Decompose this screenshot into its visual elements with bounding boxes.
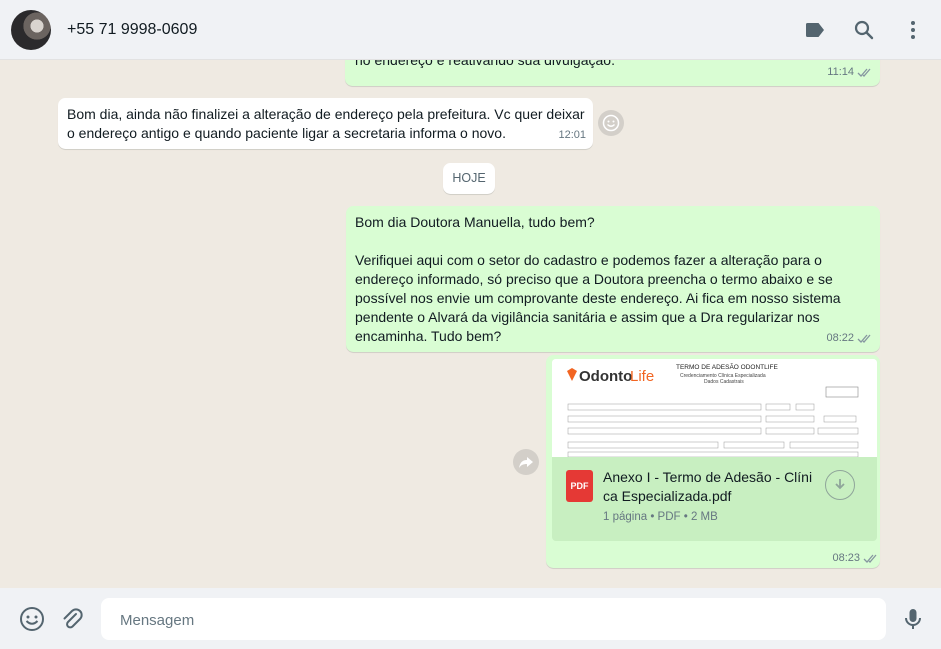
message-text: Bom dia Doutora Manuella, tudo bem? Veri… (355, 214, 841, 344)
message-meta: 12:01 (558, 126, 586, 145)
document-info: 1 página • PDF • 2 MB (603, 511, 718, 523)
double-check-icon (863, 554, 877, 563)
document-filename: Anexo I - Termo de Adesão - Clíni ca Esp… (603, 469, 813, 504)
message-time: 08:23 (832, 552, 860, 564)
avatar[interactable] (11, 10, 51, 50)
download-icon (835, 479, 845, 490)
search-icon[interactable] (852, 18, 876, 42)
forward-icon (519, 457, 533, 468)
label-icon[interactable] (803, 18, 827, 42)
attach-icon[interactable] (59, 606, 85, 632)
document-thumbnail[interactable]: Odonto Life TERMO DE ADESÃO ODONTLIFE Cr… (552, 359, 877, 457)
download-button[interactable] (825, 470, 855, 500)
forward-button[interactable] (513, 449, 539, 475)
double-check-icon (857, 68, 871, 77)
message-input-box[interactable] (101, 598, 886, 642)
smiley-icon (602, 114, 620, 132)
svg-text:Life: Life (630, 368, 654, 385)
message-text: Bom dia, ainda não finalizei a alteração… (67, 106, 585, 141)
message-time: 08:22 (826, 332, 854, 344)
message-outgoing[interactable]: no endereço e reativando sua divulgação.… (345, 60, 880, 86)
message-meta: 08:23 (832, 552, 879, 564)
pdf-file-icon: PDF (566, 470, 593, 502)
emoji-icon[interactable] (19, 606, 45, 632)
menu-icon[interactable] (901, 18, 925, 42)
chat-header: +55 71 9998-0609 (0, 0, 941, 60)
microphone-icon[interactable] (900, 606, 926, 632)
day-divider: HOJE (443, 163, 495, 194)
contact-name[interactable]: +55 71 9998-0609 (67, 21, 197, 39)
message-incoming[interactable]: Bom dia, ainda não finalizei a alteração… (58, 98, 593, 149)
document-preview: Odonto Life TERMO DE ADESÃO ODONTLIFE Cr… (552, 359, 877, 457)
message-text: no endereço e reativando sua divulgação. (355, 60, 615, 68)
message-outgoing[interactable]: Bom dia Doutora Manuella, tudo bem? Veri… (346, 206, 880, 352)
message-time: 11:14 (827, 66, 854, 78)
message-meta: 11:14 (827, 63, 873, 82)
message-list[interactable]: no endereço e reativando sua divulgação.… (0, 60, 941, 588)
message-time: 12:01 (558, 129, 586, 141)
double-check-icon (857, 334, 871, 343)
reaction-button[interactable] (598, 110, 624, 136)
svg-text:TERMO DE ADESÃO ODONTLIFE: TERMO DE ADESÃO ODONTLIFE (676, 362, 779, 371)
message-meta: 08:22 (826, 329, 873, 348)
composer (0, 588, 941, 649)
document-attachment[interactable]: PDF Anexo I - Termo de Adesão - Clíni ca… (552, 457, 877, 541)
svg-text:Odonto: Odonto (579, 368, 632, 385)
svg-text:Dados Cadastrais: Dados Cadastrais (704, 379, 744, 385)
message-input[interactable] (118, 598, 862, 642)
